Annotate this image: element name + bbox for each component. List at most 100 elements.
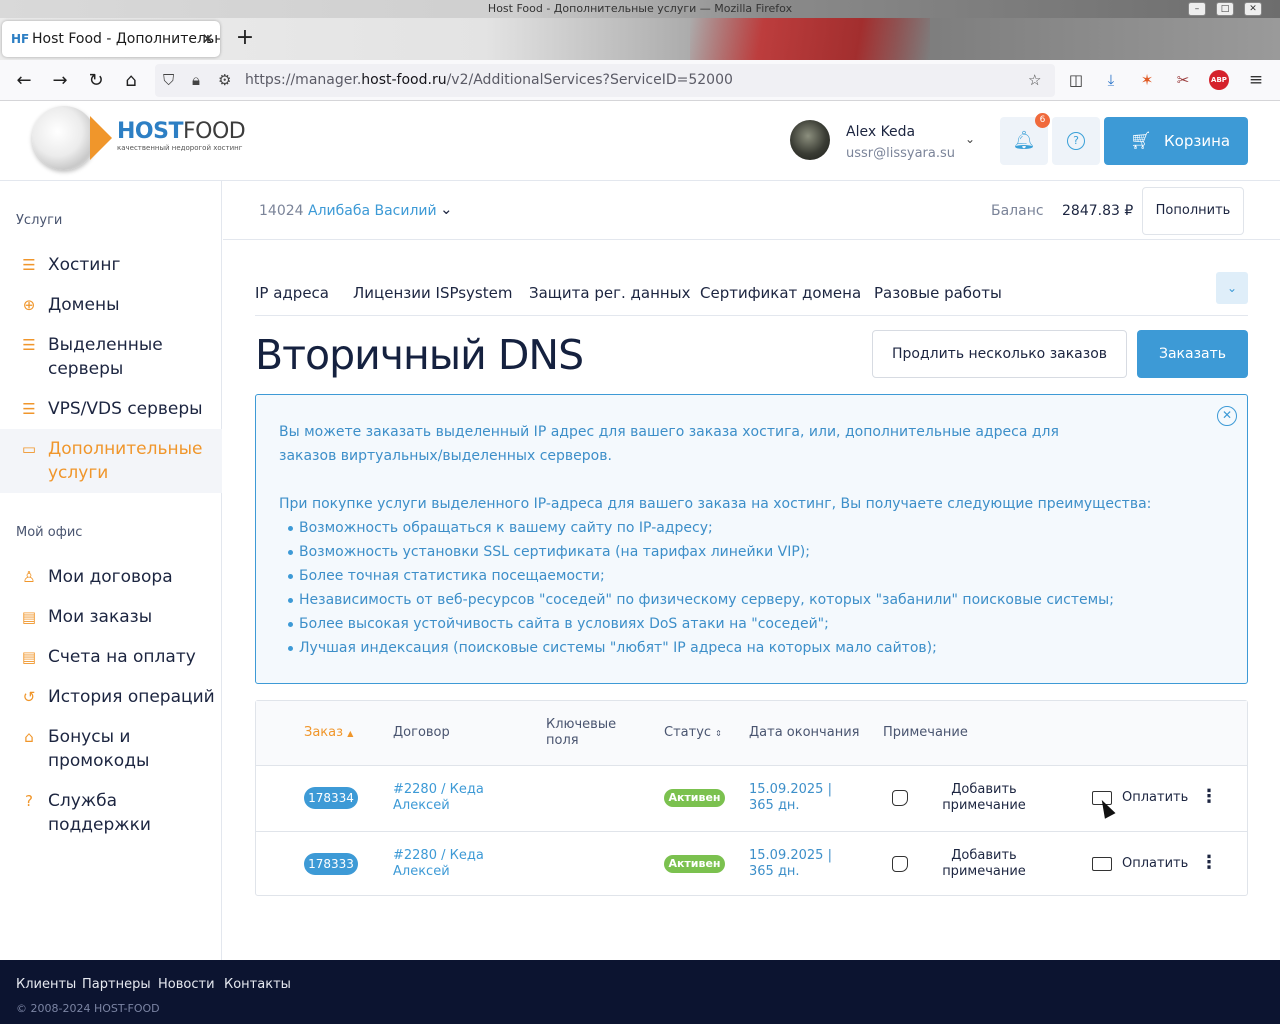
column-order[interactable]: Заказ ▲ bbox=[304, 725, 353, 742]
browser-toolbar: ← → ↻ ⌂ ⛉ 🔒︎ ⚙ https://manager.host-food… bbox=[0, 60, 1280, 101]
tab-title: Host Food - Дополнительные услуги bbox=[32, 31, 220, 47]
back-icon[interactable]: ← bbox=[11, 68, 37, 94]
sidebar-item-support[interactable]: ? Служба поддержки bbox=[0, 789, 222, 835]
chevron-down-icon[interactable]: ⌄ bbox=[440, 200, 453, 218]
sidebar-item-vps[interactable]: ☰ VPS/VDS серверы bbox=[0, 397, 222, 421]
chevron-down-icon[interactable]: ⌄ bbox=[965, 132, 975, 146]
table-header: Заказ ▲ Договор Ключевые поля Статус ⇕ Д… bbox=[256, 701, 1247, 766]
tab-one-time-work[interactable]: Разовые работы bbox=[874, 284, 1002, 302]
sidebar-item-dedicated-servers[interactable]: ☰ Выделенные серверы bbox=[0, 333, 222, 381]
footer-link-contacts[interactable]: Контакты bbox=[224, 977, 291, 992]
sidebar-item-contracts[interactable]: ♙ Мои договора bbox=[0, 565, 222, 589]
account-bar: 14024 Алибаба Василий ⌄ Баланс 2847.83 ₽… bbox=[223, 181, 1280, 240]
pay-button[interactable]: Оплатить bbox=[1122, 790, 1188, 805]
status-badge: Активен bbox=[664, 789, 725, 807]
contract-link[interactable]: #2280 / Кеда Алексей bbox=[393, 782, 503, 814]
column-contract[interactable]: Договор bbox=[393, 725, 450, 741]
downloads-icon[interactable]: ⤓ bbox=[1101, 70, 1121, 90]
logo-arrow-icon bbox=[90, 116, 112, 160]
address-bar[interactable]: ⛉ 🔒︎ ⚙ https://manager.host-food.ru/v2/A… bbox=[155, 64, 1055, 97]
footer-link-clients[interactable]: Клиенты bbox=[16, 977, 76, 992]
sidebar-item-invoices[interactable]: ▤ Счета на оплату bbox=[0, 645, 222, 669]
order-id-badge[interactable]: 178333 bbox=[304, 853, 358, 875]
contract-link[interactable]: #2280 / Кеда Алексей bbox=[393, 848, 503, 880]
orders-table: Заказ ▲ Договор Ключевые поля Статус ⇕ Д… bbox=[255, 700, 1248, 896]
tab-data-protection[interactable]: Защита рег. данных bbox=[529, 284, 690, 302]
order-id-badge[interactable]: 178334 bbox=[304, 787, 358, 809]
help-button[interactable]: ? bbox=[1052, 117, 1100, 165]
sort-up-icon: ▲ bbox=[347, 729, 354, 738]
sidebar-item-label: VPS/VDS серверы bbox=[48, 399, 203, 419]
footer-link-news[interactable]: Новости bbox=[158, 977, 215, 992]
extension-fox-icon[interactable]: ✶ bbox=[1137, 70, 1157, 90]
column-end-date[interactable]: Дата окончания bbox=[749, 725, 859, 741]
theme-background bbox=[690, 18, 930, 60]
forward-icon[interactable]: → bbox=[47, 68, 73, 94]
sidebar-item-history[interactable]: ↺ История операций bbox=[0, 685, 222, 709]
adblock-icon[interactable]: ABP bbox=[1209, 70, 1229, 90]
invoice-icon: ▤ bbox=[21, 648, 37, 666]
bookmark-star-icon[interactable]: ☆ bbox=[1028, 71, 1041, 89]
site-favicon-icon: HF bbox=[11, 32, 30, 46]
order-button[interactable]: Заказать bbox=[1137, 330, 1248, 378]
pocket-icon[interactable]: ◫ bbox=[1066, 70, 1086, 90]
site-footer: Клиенты Партнеры Новости Контакты © 2008… bbox=[0, 960, 1280, 1024]
note-icon[interactable] bbox=[892, 790, 908, 806]
more-vertical-icon[interactable]: ⋮ bbox=[1200, 787, 1218, 807]
tab-ip-addresses[interactable]: IP адреса bbox=[255, 284, 329, 302]
browser-tab[interactable]: HF Host Food - Дополнительные услуги ✕ bbox=[2, 21, 220, 57]
close-tab-icon[interactable]: ✕ bbox=[201, 21, 214, 57]
benefits-list: Возможность обращаться к вашему сайту по… bbox=[288, 516, 1114, 660]
shield-icon[interactable]: ⛉ bbox=[163, 71, 174, 89]
history-icon: ↺ bbox=[22, 688, 36, 706]
window-title: Host Food - Дополнительные услуги — Mozi… bbox=[487, 2, 793, 15]
close-window-button[interactable]: ✕ bbox=[1244, 2, 1262, 16]
permissions-icon[interactable]: ⚙ bbox=[218, 71, 231, 89]
end-date: 15.09.2025 | 365 дн. bbox=[749, 848, 832, 879]
logo-plate-icon[interactable] bbox=[32, 106, 96, 170]
sidebar-item-label: Бонусы и промокоды bbox=[48, 727, 150, 771]
new-tab-icon[interactable]: + bbox=[232, 26, 258, 52]
add-note-button[interactable]: Добавить примечание bbox=[936, 782, 1032, 814]
more-vertical-icon[interactable]: ⋮ bbox=[1200, 853, 1218, 873]
site-header: HOSTFOOD качественный недорогой хостинг … bbox=[0, 101, 1280, 181]
sidebar-item-label: Хостинг bbox=[48, 255, 121, 275]
avatar[interactable] bbox=[790, 120, 830, 160]
list-item: Более точная статистика посещаемости; bbox=[288, 564, 1114, 588]
table-row: 178333 #2280 / Кеда Алексей Активен 15.0… bbox=[256, 831, 1247, 896]
list-item: Возможность обращаться к вашему сайту по… bbox=[288, 516, 1114, 540]
sidebar-item-additional-services[interactable]: ▭ Дополнительные услуги bbox=[0, 429, 222, 493]
minimize-button[interactable]: – bbox=[1188, 2, 1206, 16]
more-tabs-chevron-icon[interactable]: ⌄ bbox=[1216, 272, 1248, 304]
lock-icon[interactable]: 🔒︎ bbox=[192, 71, 200, 89]
sidebar-item-hosting[interactable]: ☰ Хостинг bbox=[0, 253, 222, 277]
add-note-button[interactable]: Добавить примечание bbox=[936, 848, 1032, 880]
extend-orders-button[interactable]: Продлить несколько заказов bbox=[872, 330, 1127, 378]
home-icon[interactable]: ⌂ bbox=[118, 68, 144, 94]
column-status[interactable]: Статус ⇕ bbox=[664, 725, 722, 742]
sidebar-item-orders[interactable]: ▤ Мои заказы bbox=[0, 605, 222, 629]
cart-button[interactable]: 🛒︎ Корзина bbox=[1104, 117, 1248, 165]
topup-button[interactable]: Пополнить bbox=[1142, 187, 1244, 235]
list-item: Независимость от веб-ресурсов "соседей" … bbox=[288, 588, 1114, 612]
site-logo[interactable]: HOSTFOOD bbox=[117, 119, 246, 144]
user-name[interactable]: Alex Keda bbox=[846, 124, 915, 140]
hosting-icon: ☰ bbox=[22, 256, 36, 274]
maximize-button[interactable]: □ bbox=[1216, 2, 1234, 16]
tab-domain-certificate[interactable]: Сертификат домена bbox=[700, 284, 861, 302]
extension-tool-icon[interactable]: ✂ bbox=[1173, 70, 1193, 90]
close-icon[interactable]: ✕ bbox=[1217, 406, 1237, 426]
account-name[interactable]: Алибаба Василий bbox=[308, 203, 437, 219]
pay-button[interactable]: Оплатить bbox=[1122, 856, 1188, 871]
sidebar: Услуги ☰ Хостинг ⊕ Домены ☰ Выделенные с… bbox=[0, 181, 222, 961]
sidebar-item-domains[interactable]: ⊕ Домены bbox=[0, 293, 222, 317]
reload-icon[interactable]: ↻ bbox=[83, 68, 109, 94]
sidebar-item-label: Мои заказы bbox=[48, 607, 153, 627]
url-text[interactable]: https://manager.host-food.ru/v2/Addition… bbox=[245, 64, 733, 97]
note-icon[interactable] bbox=[892, 856, 908, 872]
sidebar-item-bonuses[interactable]: ⌂ Бонусы и промокоды bbox=[0, 725, 222, 773]
tab-isp-licenses[interactable]: Лицензии ISPsystem bbox=[353, 284, 512, 302]
card-icon[interactable] bbox=[1092, 857, 1112, 871]
menu-icon[interactable]: ≡ bbox=[1246, 70, 1266, 90]
footer-link-partners[interactable]: Партнеры bbox=[82, 977, 151, 992]
